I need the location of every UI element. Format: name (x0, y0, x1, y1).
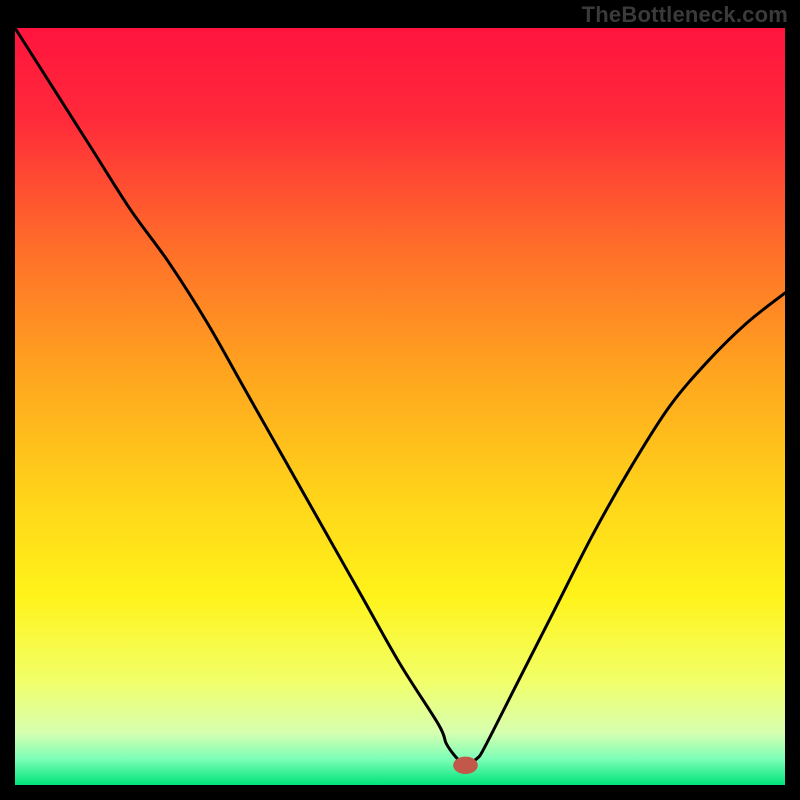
watermark-text: TheBottleneck.com (582, 2, 788, 28)
plot-svg (15, 28, 785, 785)
plot-area (15, 28, 785, 785)
chart-frame: TheBottleneck.com (0, 0, 800, 800)
bottom-border (0, 785, 800, 800)
optimum-marker (453, 757, 478, 774)
